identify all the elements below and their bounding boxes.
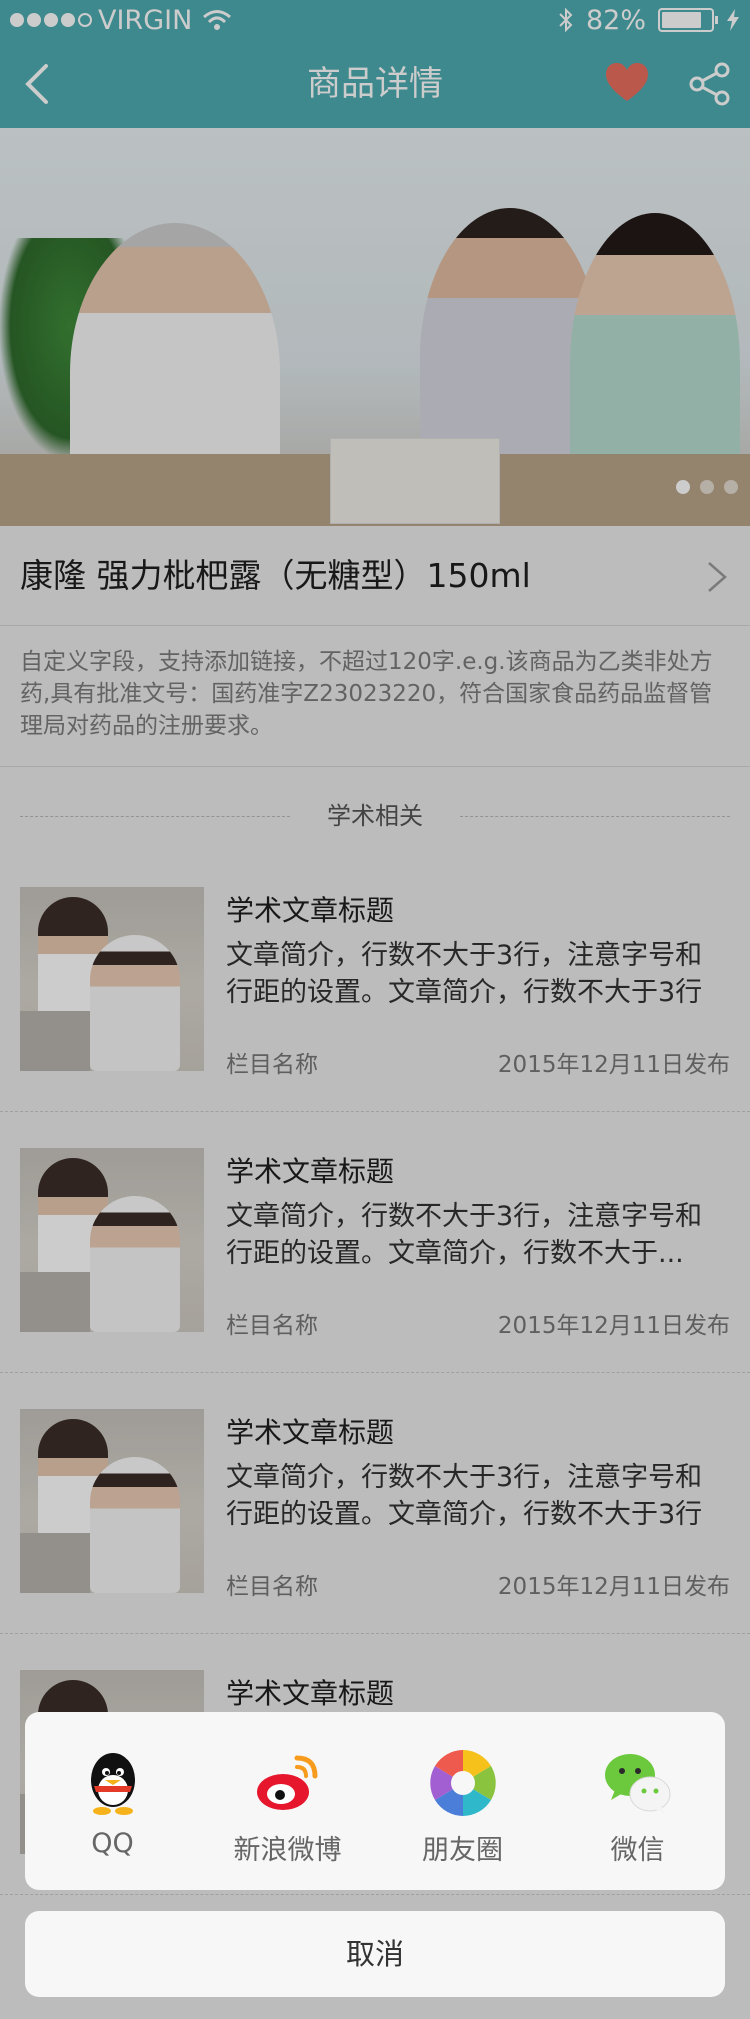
share-option-qq[interactable]: QQ [38,1748,188,1859]
share-option-label: 新浪微博 [233,1835,342,1866]
share-option-wechat[interactable]: 微信 [563,1748,713,1867]
share-option-label: QQ [91,1828,134,1859]
wechat-icon [604,1754,670,1814]
share-option-weibo[interactable]: 新浪微博 [213,1748,363,1867]
qq-icon [90,1753,135,1815]
share-option-label: 微信 [610,1835,665,1866]
share-option-label: 朋友圈 [422,1835,503,1866]
moments-icon [429,1750,496,1816]
cancel-button[interactable]: 取消 [25,1911,725,1997]
share-sheet: QQ 新浪微博 朋友圈 微信 [25,1712,725,1890]
weibo-icon [256,1755,317,1810]
share-option-moments[interactable]: 朋友圈 [388,1748,538,1867]
